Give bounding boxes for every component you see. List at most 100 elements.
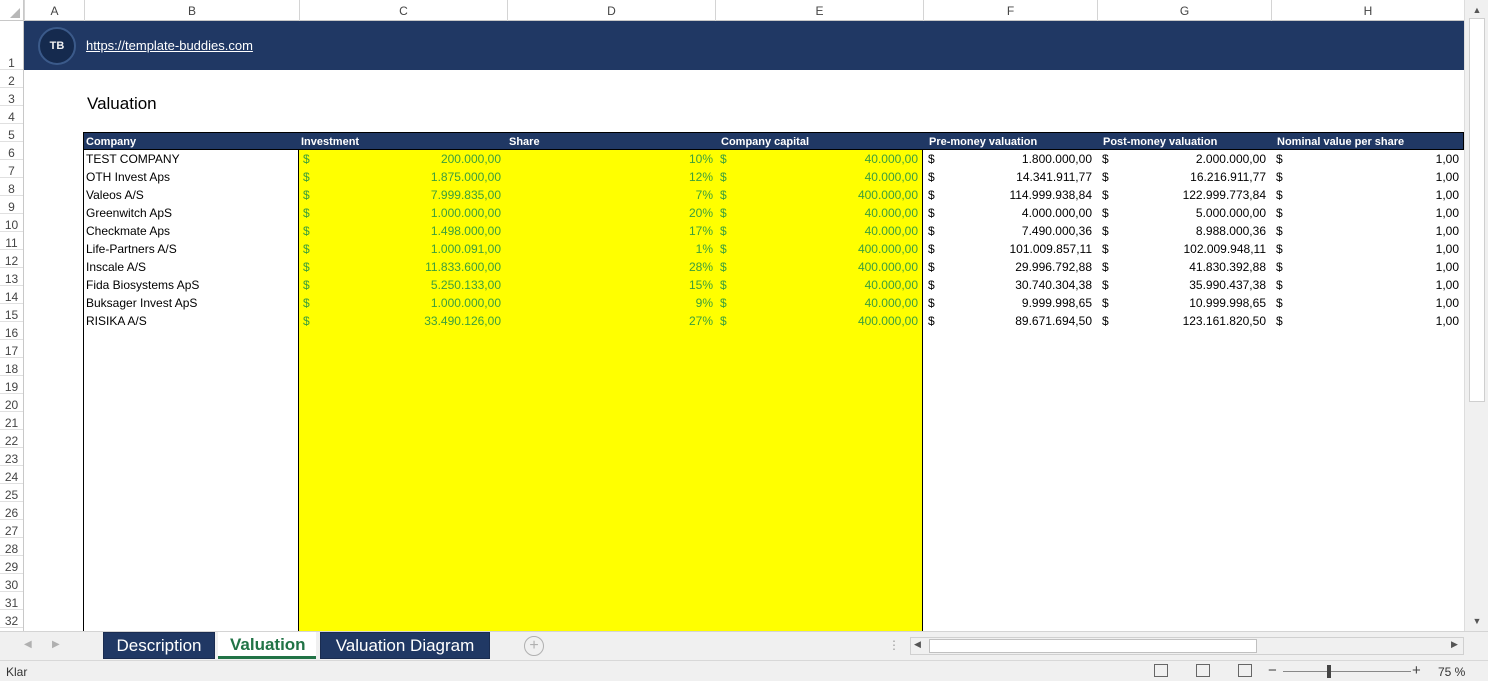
row-header-4[interactable]: 4 xyxy=(0,106,23,124)
cell-share[interactable]: 12% xyxy=(507,168,713,186)
scroll-down-icon[interactable]: ▼ xyxy=(1470,614,1484,628)
row-header-7[interactable]: 7 xyxy=(0,160,23,178)
row-header-24[interactable]: 24 xyxy=(0,466,23,484)
tab-scroll-left-icon[interactable]: ◀ xyxy=(24,639,32,650)
cell-post-money[interactable]: 41.830.392,88 xyxy=(1102,258,1266,276)
cell-company-capital[interactable]: 400.000,00 xyxy=(720,240,918,258)
splitter-handle-icon[interactable]: ⋮ xyxy=(888,638,900,652)
vertical-scroll-thumb[interactable] xyxy=(1469,18,1485,402)
cell-share[interactable]: 17% xyxy=(507,222,713,240)
row-header-9[interactable]: 9 xyxy=(0,196,23,214)
cell-post-money[interactable]: 2.000.000,00 xyxy=(1102,150,1266,168)
zoom-in-icon[interactable]: + xyxy=(1412,662,1421,679)
cell-company[interactable]: Valeos A/S xyxy=(86,186,296,204)
horizontal-scrollbar[interactable]: ◀ ▶ xyxy=(910,637,1464,655)
cell-company[interactable]: Inscale A/S xyxy=(86,258,296,276)
row-header-17[interactable]: 17 xyxy=(0,340,23,358)
column-header-c[interactable]: C xyxy=(299,0,507,21)
row-header-26[interactable]: 26 xyxy=(0,502,23,520)
cell-company[interactable]: Greenwitch ApS xyxy=(86,204,296,222)
cell-company-capital[interactable]: 40.000,00 xyxy=(720,222,918,240)
cell-nominal-value[interactable]: 1,00 xyxy=(1276,294,1459,312)
zoom-slider[interactable] xyxy=(1283,671,1411,672)
cell-nominal-value[interactable]: 1,00 xyxy=(1276,312,1459,330)
column-header-a[interactable]: A xyxy=(24,0,84,21)
cell-company[interactable]: Fida Biosystems ApS xyxy=(86,276,296,294)
cell-nominal-value[interactable]: 1,00 xyxy=(1276,258,1459,276)
cell-investment[interactable]: 1.000.000,00 xyxy=(303,204,501,222)
horizontal-scroll-thumb[interactable] xyxy=(929,639,1257,653)
cell-company[interactable]: RISIKA A/S xyxy=(86,312,296,330)
row-header-18[interactable]: 18 xyxy=(0,358,23,376)
row-header-15[interactable]: 15 xyxy=(0,304,23,322)
tab-description[interactable]: Description xyxy=(103,632,215,659)
cell-company-capital[interactable]: 400.000,00 xyxy=(720,258,918,276)
cell-post-money[interactable]: 10.999.998,65 xyxy=(1102,294,1266,312)
cell-nominal-value[interactable]: 1,00 xyxy=(1276,204,1459,222)
cell-post-money[interactable]: 35.990.437,38 xyxy=(1102,276,1266,294)
row-header-2[interactable]: 2 xyxy=(0,70,23,88)
row-header-5[interactable]: 5 xyxy=(0,124,23,142)
cell-company[interactable]: Checkmate Aps xyxy=(86,222,296,240)
cell-company[interactable]: Buksager Invest ApS xyxy=(86,294,296,312)
row-header-19[interactable]: 19 xyxy=(0,376,23,394)
row-header-27[interactable]: 27 xyxy=(0,520,23,538)
row-header-8[interactable]: 8 xyxy=(0,178,23,196)
vertical-scrollbar[interactable]: ▲ ▼ xyxy=(1464,0,1488,631)
cell-nominal-value[interactable]: 1,00 xyxy=(1276,276,1459,294)
cell-share[interactable]: 7% xyxy=(507,186,713,204)
cell-pre-money[interactable]: 1.800.000,00 xyxy=(928,150,1092,168)
cell-investment[interactable]: 7.999.835,00 xyxy=(303,186,501,204)
cell-company[interactable]: Life-Partners A/S xyxy=(86,240,296,258)
cell-nominal-value[interactable]: 1,00 xyxy=(1276,222,1459,240)
cell-investment[interactable]: 11.833.600,00 xyxy=(303,258,501,276)
column-header-g[interactable]: G xyxy=(1097,0,1271,21)
cell-pre-money[interactable]: 14.341.911,77 xyxy=(928,168,1092,186)
row-header-23[interactable]: 23 xyxy=(0,448,23,466)
cell-investment[interactable]: 1.000.091,00 xyxy=(303,240,501,258)
cell-post-money[interactable]: 122.999.773,84 xyxy=(1102,186,1266,204)
scroll-left-icon[interactable]: ◀ xyxy=(914,639,921,650)
cell-investment[interactable]: 1.000.000,00 xyxy=(303,294,501,312)
row-header-25[interactable]: 25 xyxy=(0,484,23,502)
cell-pre-money[interactable]: 30.740.304,38 xyxy=(928,276,1092,294)
cell-post-money[interactable]: 16.216.911,77 xyxy=(1102,168,1266,186)
row-header-1[interactable]: 1 xyxy=(0,21,23,70)
row-header-10[interactable]: 10 xyxy=(0,214,23,232)
scroll-up-icon[interactable]: ▲ xyxy=(1470,3,1484,17)
cell-investment[interactable]: 1.875.000,00 xyxy=(303,168,501,186)
cell-pre-money[interactable]: 4.000.000,00 xyxy=(928,204,1092,222)
cell-post-money[interactable]: 102.009.948,11 xyxy=(1102,240,1266,258)
cell-nominal-value[interactable]: 1,00 xyxy=(1276,240,1459,258)
row-header-30[interactable]: 30 xyxy=(0,574,23,592)
cell-company-capital[interactable]: 400.000,00 xyxy=(720,312,918,330)
cell-pre-money[interactable]: 89.671.694,50 xyxy=(928,312,1092,330)
column-header-e[interactable]: E xyxy=(715,0,923,21)
row-header-12[interactable]: 12 xyxy=(0,250,23,268)
cell-post-money[interactable]: 8.988.000,36 xyxy=(1102,222,1266,240)
page-layout-view-icon[interactable] xyxy=(1196,664,1210,677)
tab-valuation[interactable]: Valuation xyxy=(218,632,316,659)
zoom-slider-knob[interactable] xyxy=(1327,665,1331,678)
cell-pre-money[interactable]: 7.490.000,36 xyxy=(928,222,1092,240)
cell-investment[interactable]: 5.250.133,00 xyxy=(303,276,501,294)
zoom-out-icon[interactable]: − xyxy=(1268,662,1277,679)
column-header-f[interactable]: F xyxy=(923,0,1097,21)
row-header-13[interactable]: 13 xyxy=(0,268,23,286)
column-header-h[interactable]: H xyxy=(1271,0,1464,21)
cell-company-capital[interactable]: 40.000,00 xyxy=(720,204,918,222)
zoom-level[interactable]: 75 % xyxy=(1438,665,1465,679)
cell-nominal-value[interactable]: 1,00 xyxy=(1276,168,1459,186)
cell-share[interactable]: 27% xyxy=(507,312,713,330)
cell-company-capital[interactable]: 40.000,00 xyxy=(720,168,918,186)
cell-share[interactable]: 20% xyxy=(507,204,713,222)
cell-pre-money[interactable]: 114.999.938,84 xyxy=(928,186,1092,204)
cell-share[interactable]: 9% xyxy=(507,294,713,312)
row-header-20[interactable]: 20 xyxy=(0,394,23,412)
cell-share[interactable]: 15% xyxy=(507,276,713,294)
column-header-d[interactable]: D xyxy=(507,0,715,21)
row-header-3[interactable]: 3 xyxy=(0,88,23,106)
cell-company-capital[interactable]: 400.000,00 xyxy=(720,186,918,204)
cell-pre-money[interactable]: 101.009.857,11 xyxy=(928,240,1092,258)
tab-scroll-right-icon[interactable]: ▶ xyxy=(52,639,60,650)
